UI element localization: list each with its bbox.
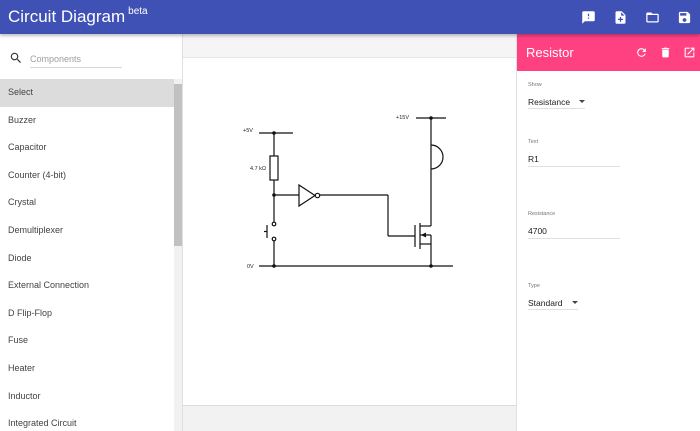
feedback-button[interactable] xyxy=(572,0,604,34)
component-item[interactable]: Integrated Circuit xyxy=(0,410,175,431)
resistance-label: Resistance xyxy=(528,211,556,217)
mosfet-arrow xyxy=(421,232,426,238)
properties-title: Resistor xyxy=(526,45,574,60)
junction xyxy=(429,116,433,120)
type-value: Standard xyxy=(528,297,563,308)
search-input[interactable] xyxy=(30,51,122,68)
component-item[interactable]: External Connection xyxy=(0,272,175,300)
search-row xyxy=(0,34,182,78)
search-icon xyxy=(10,52,21,63)
component-list: Select Buzzer Capacitor Counter (4-bit) Crys… xyxy=(0,79,175,431)
text-label: Text xyxy=(528,139,539,145)
component-item[interactable]: D Flip-Flop xyxy=(0,300,175,328)
app-actions xyxy=(572,0,700,34)
rotate-icon xyxy=(636,48,646,57)
component-item[interactable]: Inductor xyxy=(0,383,175,411)
new-file-icon xyxy=(615,10,625,24)
type-select[interactable]: Standard xyxy=(528,296,578,310)
open-folder-button[interactable] xyxy=(636,0,668,34)
properties-actions xyxy=(629,34,700,71)
show-select[interactable]: Resistance xyxy=(528,95,586,109)
show-label: Show xyxy=(528,82,542,88)
label-0v: 0V xyxy=(247,264,254,270)
new-file-button[interactable] xyxy=(604,0,636,34)
component-item[interactable]: Fuse xyxy=(0,327,175,355)
app-title-text: Circuit Diagram xyxy=(8,7,126,26)
component-item[interactable]: Diode xyxy=(0,245,175,273)
open-external-button[interactable] xyxy=(677,34,700,71)
app-title: Circuit Diagram beta xyxy=(8,6,148,27)
label-resistor: 4.7 kΩ xyxy=(250,166,266,172)
junction xyxy=(429,264,433,268)
text-input[interactable] xyxy=(528,152,620,167)
save-button[interactable] xyxy=(668,0,700,34)
beta-badge: beta xyxy=(128,6,148,17)
label-5v: +5V xyxy=(243,128,253,134)
dropdown-arrow-icon xyxy=(579,100,586,103)
component-item[interactable]: Crystal xyxy=(0,189,175,217)
label-15v: +15V xyxy=(396,115,409,121)
open-folder-icon xyxy=(645,12,659,22)
app-bar: Circuit Diagram beta xyxy=(0,0,700,34)
resistor[interactable] xyxy=(269,155,279,181)
canvas-area: +5V 4.7 kΩ 0V +15V xyxy=(183,34,516,431)
junction xyxy=(272,193,276,197)
switch-contact xyxy=(271,221,277,227)
canvas-bottom-bar xyxy=(183,405,516,431)
component-item[interactable]: Heater xyxy=(0,355,175,383)
circuit-canvas[interactable]: +5V 4.7 kΩ 0V +15V xyxy=(183,58,516,405)
save-icon xyxy=(678,11,690,23)
component-item[interactable]: Select xyxy=(0,79,175,107)
rotate-button[interactable] xyxy=(629,34,653,71)
resistance-input[interactable] xyxy=(528,224,620,239)
show-value: Resistance xyxy=(528,96,571,107)
junction xyxy=(272,131,276,135)
dropdown-arrow-icon xyxy=(571,301,578,304)
component-item[interactable]: Demultiplexer xyxy=(0,217,175,245)
component-item[interactable]: Capacitor xyxy=(0,134,175,162)
open-external-icon xyxy=(684,47,694,58)
switch-contact xyxy=(271,236,277,242)
type-label: Type xyxy=(528,283,540,289)
buzzer[interactable] xyxy=(430,144,444,170)
canvas-top-bar xyxy=(183,34,516,58)
component-item[interactable]: Counter (4-bit) xyxy=(0,162,175,190)
component-item[interactable]: Buzzer xyxy=(0,107,175,135)
inverter-gate[interactable] xyxy=(298,183,317,208)
component-sidebar: SelectBuzzerCapacitorCounter (4-bit)Crys… xyxy=(0,34,183,431)
feedback-icon xyxy=(581,10,595,24)
properties-header: Resistor xyxy=(517,34,700,71)
delete-button[interactable] xyxy=(653,34,677,71)
delete-icon xyxy=(661,47,669,58)
junction xyxy=(272,264,276,268)
scrollbar-thumb[interactable] xyxy=(174,84,182,246)
circuit-schematic[interactable]: +5V 4.7 kΩ 0V +15V xyxy=(183,58,516,405)
properties-panel: Resistor Show Resistance Text Resistance… xyxy=(516,34,700,431)
